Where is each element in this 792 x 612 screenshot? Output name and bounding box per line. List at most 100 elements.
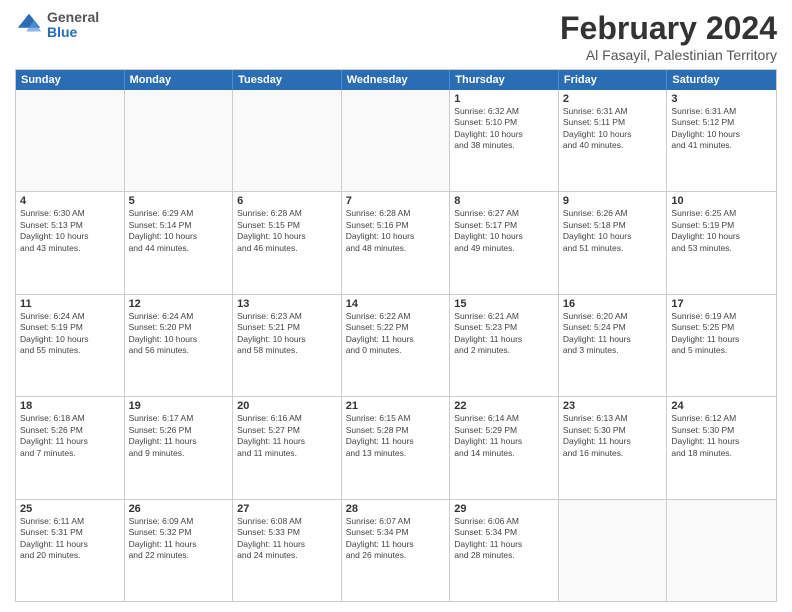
cell-day-number: 28: [346, 503, 446, 515]
cal-header-cell: Wednesday: [342, 70, 451, 90]
cell-info: Sunrise: 6:09 AM Sunset: 5:32 PM Dayligh…: [129, 516, 229, 562]
cell-day-number: 6: [237, 195, 337, 207]
cal-cell: 5Sunrise: 6:29 AM Sunset: 5:14 PM Daylig…: [125, 192, 234, 293]
cal-cell: [16, 90, 125, 191]
cell-info: Sunrise: 6:21 AM Sunset: 5:23 PM Dayligh…: [454, 311, 554, 357]
cell-day-number: 24: [671, 400, 772, 412]
cell-day-number: 3: [671, 93, 772, 105]
cal-cell: 9Sunrise: 6:26 AM Sunset: 5:18 PM Daylig…: [559, 192, 668, 293]
cal-cell: [125, 90, 234, 191]
cell-day-number: 26: [129, 503, 229, 515]
cell-day-number: 17: [671, 298, 772, 310]
cal-header-cell: Tuesday: [233, 70, 342, 90]
calendar-body: 1Sunrise: 6:32 AM Sunset: 5:10 PM Daylig…: [16, 90, 776, 601]
cell-day-number: 20: [237, 400, 337, 412]
cell-info: Sunrise: 6:13 AM Sunset: 5:30 PM Dayligh…: [563, 413, 663, 459]
logo: General Blue: [15, 10, 99, 41]
cal-cell: 12Sunrise: 6:24 AM Sunset: 5:20 PM Dayli…: [125, 295, 234, 396]
cal-cell: 19Sunrise: 6:17 AM Sunset: 5:26 PM Dayli…: [125, 397, 234, 498]
cal-header-cell: Saturday: [667, 70, 776, 90]
cal-cell: 27Sunrise: 6:08 AM Sunset: 5:33 PM Dayli…: [233, 500, 342, 601]
cell-day-number: 25: [20, 503, 120, 515]
cell-day-number: 7: [346, 195, 446, 207]
cell-info: Sunrise: 6:08 AM Sunset: 5:33 PM Dayligh…: [237, 516, 337, 562]
cal-row: 1Sunrise: 6:32 AM Sunset: 5:10 PM Daylig…: [16, 90, 776, 191]
cell-day-number: 22: [454, 400, 554, 412]
cal-cell: 20Sunrise: 6:16 AM Sunset: 5:27 PM Dayli…: [233, 397, 342, 498]
cal-header-cell: Sunday: [16, 70, 125, 90]
cell-day-number: 4: [20, 195, 120, 207]
cal-cell: 17Sunrise: 6:19 AM Sunset: 5:25 PM Dayli…: [667, 295, 776, 396]
cell-info: Sunrise: 6:29 AM Sunset: 5:14 PM Dayligh…: [129, 208, 229, 254]
cal-cell: 1Sunrise: 6:32 AM Sunset: 5:10 PM Daylig…: [450, 90, 559, 191]
cal-cell: 23Sunrise: 6:13 AM Sunset: 5:30 PM Dayli…: [559, 397, 668, 498]
cell-day-number: 27: [237, 503, 337, 515]
cal-cell: 2Sunrise: 6:31 AM Sunset: 5:11 PM Daylig…: [559, 90, 668, 191]
cell-info: Sunrise: 6:19 AM Sunset: 5:25 PM Dayligh…: [671, 311, 772, 357]
cal-cell: [342, 90, 451, 191]
cell-day-number: 5: [129, 195, 229, 207]
logo-icon: [15, 11, 43, 39]
cal-cell: 10Sunrise: 6:25 AM Sunset: 5:19 PM Dayli…: [667, 192, 776, 293]
cell-info: Sunrise: 6:31 AM Sunset: 5:12 PM Dayligh…: [671, 106, 772, 152]
cell-info: Sunrise: 6:25 AM Sunset: 5:19 PM Dayligh…: [671, 208, 772, 254]
cell-info: Sunrise: 6:17 AM Sunset: 5:26 PM Dayligh…: [129, 413, 229, 459]
cell-day-number: 29: [454, 503, 554, 515]
cell-info: Sunrise: 6:14 AM Sunset: 5:29 PM Dayligh…: [454, 413, 554, 459]
cal-cell: 16Sunrise: 6:20 AM Sunset: 5:24 PM Dayli…: [559, 295, 668, 396]
logo-text: General Blue: [47, 10, 99, 41]
cal-row: 11Sunrise: 6:24 AM Sunset: 5:19 PM Dayli…: [16, 294, 776, 396]
cal-cell: 4Sunrise: 6:30 AM Sunset: 5:13 PM Daylig…: [16, 192, 125, 293]
cell-info: Sunrise: 6:24 AM Sunset: 5:20 PM Dayligh…: [129, 311, 229, 357]
cal-cell: 15Sunrise: 6:21 AM Sunset: 5:23 PM Dayli…: [450, 295, 559, 396]
page-subtitle: Al Fasayil, Palestinian Territory: [560, 47, 777, 63]
cell-day-number: 1: [454, 93, 554, 105]
cell-info: Sunrise: 6:28 AM Sunset: 5:15 PM Dayligh…: [237, 208, 337, 254]
cell-info: Sunrise: 6:24 AM Sunset: 5:19 PM Dayligh…: [20, 311, 120, 357]
logo-general: General: [47, 9, 99, 25]
cell-day-number: 16: [563, 298, 663, 310]
cell-info: Sunrise: 6:32 AM Sunset: 5:10 PM Dayligh…: [454, 106, 554, 152]
cell-info: Sunrise: 6:16 AM Sunset: 5:27 PM Dayligh…: [237, 413, 337, 459]
cell-info: Sunrise: 6:06 AM Sunset: 5:34 PM Dayligh…: [454, 516, 554, 562]
cal-header-cell: Friday: [559, 70, 668, 90]
cell-info: Sunrise: 6:11 AM Sunset: 5:31 PM Dayligh…: [20, 516, 120, 562]
cal-cell: [233, 90, 342, 191]
cell-info: Sunrise: 6:18 AM Sunset: 5:26 PM Dayligh…: [20, 413, 120, 459]
cell-info: Sunrise: 6:27 AM Sunset: 5:17 PM Dayligh…: [454, 208, 554, 254]
cal-cell: 28Sunrise: 6:07 AM Sunset: 5:34 PM Dayli…: [342, 500, 451, 601]
cell-info: Sunrise: 6:22 AM Sunset: 5:22 PM Dayligh…: [346, 311, 446, 357]
cell-day-number: 19: [129, 400, 229, 412]
cell-day-number: 14: [346, 298, 446, 310]
cal-cell: 24Sunrise: 6:12 AM Sunset: 5:30 PM Dayli…: [667, 397, 776, 498]
cell-info: Sunrise: 6:31 AM Sunset: 5:11 PM Dayligh…: [563, 106, 663, 152]
cell-info: Sunrise: 6:15 AM Sunset: 5:28 PM Dayligh…: [346, 413, 446, 459]
cell-info: Sunrise: 6:20 AM Sunset: 5:24 PM Dayligh…: [563, 311, 663, 357]
calendar: SundayMondayTuesdayWednesdayThursdayFrid…: [15, 69, 777, 602]
cell-day-number: 9: [563, 195, 663, 207]
cell-info: Sunrise: 6:26 AM Sunset: 5:18 PM Dayligh…: [563, 208, 663, 254]
cell-day-number: 18: [20, 400, 120, 412]
calendar-header: SundayMondayTuesdayWednesdayThursdayFrid…: [16, 70, 776, 90]
cal-cell: 13Sunrise: 6:23 AM Sunset: 5:21 PM Dayli…: [233, 295, 342, 396]
cal-cell: [559, 500, 668, 601]
cal-cell: [667, 500, 776, 601]
cal-cell: 18Sunrise: 6:18 AM Sunset: 5:26 PM Dayli…: [16, 397, 125, 498]
cal-cell: 7Sunrise: 6:28 AM Sunset: 5:16 PM Daylig…: [342, 192, 451, 293]
header: General Blue February 2024 Al Fasayil, P…: [15, 10, 777, 63]
cal-cell: 14Sunrise: 6:22 AM Sunset: 5:22 PM Dayli…: [342, 295, 451, 396]
cell-day-number: 21: [346, 400, 446, 412]
cal-cell: 6Sunrise: 6:28 AM Sunset: 5:15 PM Daylig…: [233, 192, 342, 293]
cal-header-cell: Monday: [125, 70, 234, 90]
logo-blue: Blue: [47, 24, 77, 40]
cal-row: 4Sunrise: 6:30 AM Sunset: 5:13 PM Daylig…: [16, 191, 776, 293]
cell-day-number: 15: [454, 298, 554, 310]
cell-day-number: 13: [237, 298, 337, 310]
cal-cell: 21Sunrise: 6:15 AM Sunset: 5:28 PM Dayli…: [342, 397, 451, 498]
cell-day-number: 2: [563, 93, 663, 105]
cal-cell: 29Sunrise: 6:06 AM Sunset: 5:34 PM Dayli…: [450, 500, 559, 601]
cell-day-number: 23: [563, 400, 663, 412]
cal-cell: 22Sunrise: 6:14 AM Sunset: 5:29 PM Dayli…: [450, 397, 559, 498]
cal-cell: 25Sunrise: 6:11 AM Sunset: 5:31 PM Dayli…: [16, 500, 125, 601]
cal-cell: 8Sunrise: 6:27 AM Sunset: 5:17 PM Daylig…: [450, 192, 559, 293]
